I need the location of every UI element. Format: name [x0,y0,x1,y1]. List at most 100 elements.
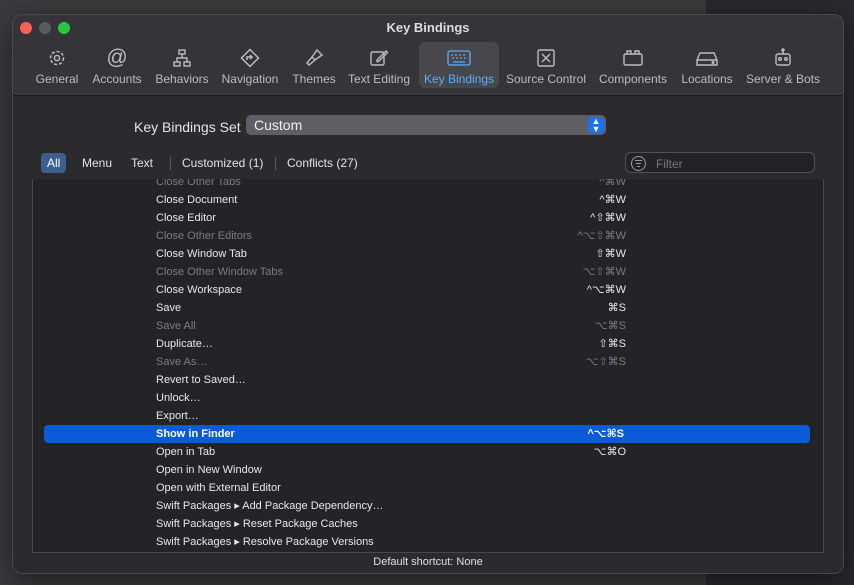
key-bindings-table[interactable]: Close Other Tabs ^⌘W Close Document ^⌘W Clos… [32,179,824,553]
components-box-icon [618,46,648,70]
shortcut-key: ^⌥⌘W [586,284,626,296]
table-row[interactable]: Open with External Editor [33,479,823,497]
key-bindings-set-value: Custom [254,117,303,133]
filter-icon [631,156,646,171]
window-title: Key Bindings [386,20,470,35]
table-row[interactable]: Close Editor ^⇧⌘W [33,209,823,227]
table-row[interactable]: Save ⌘S [33,299,823,317]
tab-components-label: Components [598,72,668,86]
command-name: Save As… [156,356,208,368]
source-control-icon [531,46,561,70]
gear-icon [42,46,72,70]
command-name: Revert to Saved… [156,374,246,386]
filter-tab-menu[interactable]: Menu [76,153,118,173]
tab-key-bindings-label: Key Bindings [423,72,495,86]
command-name: Close Workspace [156,284,242,296]
table-row[interactable]: Export… [33,407,823,425]
shortcut-key: ^⌘W [599,194,626,206]
command-name: Unlock… [156,392,201,404]
table-row[interactable]: Close Workspace ^⌥⌘W [33,281,823,299]
table-row[interactable]: Close Document ^⌘W [33,191,823,209]
command-name: Close Window Tab [156,248,247,260]
tab-key-bindings[interactable]: Key Bindings [419,42,499,88]
table-row[interactable]: Close Window Tab ⇧⌘W [33,245,823,263]
command-name: Export… [156,410,199,422]
hierarchy-icon [167,46,197,70]
paintbrush-icon [299,46,329,70]
tab-general[interactable]: General [29,42,85,88]
filter-bar: All Menu Text Customized (1) Conflicts (… [33,151,821,180]
key-bindings-set-label: Key Bindings Set [134,119,241,135]
tab-accounts[interactable]: @ Accounts [89,42,145,88]
filter-separator [170,157,171,170]
pencil-square-icon [364,46,394,70]
table-row[interactable]: Revert to Saved… [33,371,823,389]
filter-tab-customized[interactable]: Customized (1) [176,153,269,173]
shortcut-key: ^⌥⇧⌘W [577,230,626,242]
command-name: Close Other Tabs [156,179,241,188]
tab-navigation-label: Navigation [221,72,279,86]
shortcut-key: ⌥⌘S [594,320,626,332]
table-row[interactable]: Swift Packages ▸ Resolve Package Version… [33,533,823,551]
tab-locations[interactable]: Locations [677,42,737,88]
tab-server-bots[interactable]: Server & Bots [743,42,823,88]
filter-tab-all[interactable]: All [41,153,67,173]
shortcut-key: ⌥⇧⌘W [582,266,626,278]
shortcut-key: ⌘S [607,302,626,314]
tab-general-label: General [35,72,79,86]
tab-navigation[interactable]: Navigation [217,42,283,88]
filter-separator [275,157,276,170]
keyboard-icon [444,46,474,70]
table-row[interactable]: Duplicate… ⇧⌘S [33,335,823,353]
command-name: Swift Packages ▸ Reset Package Caches [156,518,358,530]
tab-locations-label: Locations [681,72,733,86]
tab-behaviors[interactable]: Behaviors [151,42,213,88]
tab-source-control-label: Source Control [505,72,587,86]
command-name: Save [156,302,182,314]
tab-components[interactable]: Components [597,42,669,88]
tab-behaviors-label: Behaviors [155,72,209,86]
at-icon: @ [106,46,128,69]
table-row[interactable]: Close Other Window Tabs ⌥⇧⌘W [33,263,823,281]
filter-tab-text[interactable]: Text [125,153,159,173]
shortcut-key: ⇧⌘W [595,248,626,260]
preferences-window: Key Bindings General @ Accounts Behavior… [12,14,844,574]
tab-accounts-label: Accounts [92,72,142,86]
table-row[interactable]: Swift Packages ▸ Add Package Dependency… [33,497,823,515]
table-row[interactable]: Swift Packages ▸ Reset Package Caches [33,515,823,533]
table-row[interactable]: Save As… ⌥⇧⌘S [33,353,823,371]
table-row[interactable]: Close Other Tabs ^⌘W [33,179,823,191]
key-bindings-set-popup[interactable]: Custom ▲ ▼ [246,115,606,135]
default-shortcut-status: Default shortcut: None [373,556,483,568]
command-name: Show in Finder [156,428,235,440]
filter-input[interactable] [654,155,808,172]
command-name: Open with External Editor [156,482,281,494]
shortcut-key: ^⌘W [599,179,626,188]
tab-themes[interactable]: Themes [289,42,339,88]
navigation-diamond-icon [235,46,265,70]
table-row[interactable]: Open in Tab ⌥⌘O [33,443,823,461]
table-row[interactable]: Unlock… [33,389,823,407]
command-name: Open in New Window [156,464,262,476]
table-row[interactable]: Open in New Window [33,461,823,479]
preferences-toolbar: General @ Accounts Behaviors Navigation [13,42,843,90]
table-row[interactable]: Close Other Editors ^⌥⇧⌘W [33,227,823,245]
command-name: Close Other Window Tabs [156,266,283,278]
command-name: Save All [156,320,196,332]
shortcut-key: ⌥⇧⌘S [585,356,626,368]
shortcut-key: ^⇧⌘W [590,212,626,224]
filter-search-field[interactable] [625,152,815,173]
shortcut-key: ⇧⌘S [598,338,626,350]
table-row[interactable]: Save All ⌥⌘S [33,317,823,335]
table-row[interactable]: Show in Finder ^⌥⌘S [44,425,810,443]
command-name: Close Document [156,194,238,206]
command-name: Swift Packages ▸ Add Package Dependency… [156,500,384,512]
filter-tab-conflicts[interactable]: Conflicts (27) [281,153,364,173]
tab-text-editing[interactable]: Text Editing [345,42,413,88]
tab-server-bots-label: Server & Bots [745,72,821,86]
command-name: Close Other Editors [156,230,252,242]
robot-icon [768,46,798,70]
command-name: Open in Tab [156,446,216,458]
tab-source-control[interactable]: Source Control [505,42,587,88]
command-name: Swift Packages ▸ Resolve Package Version… [156,536,374,548]
